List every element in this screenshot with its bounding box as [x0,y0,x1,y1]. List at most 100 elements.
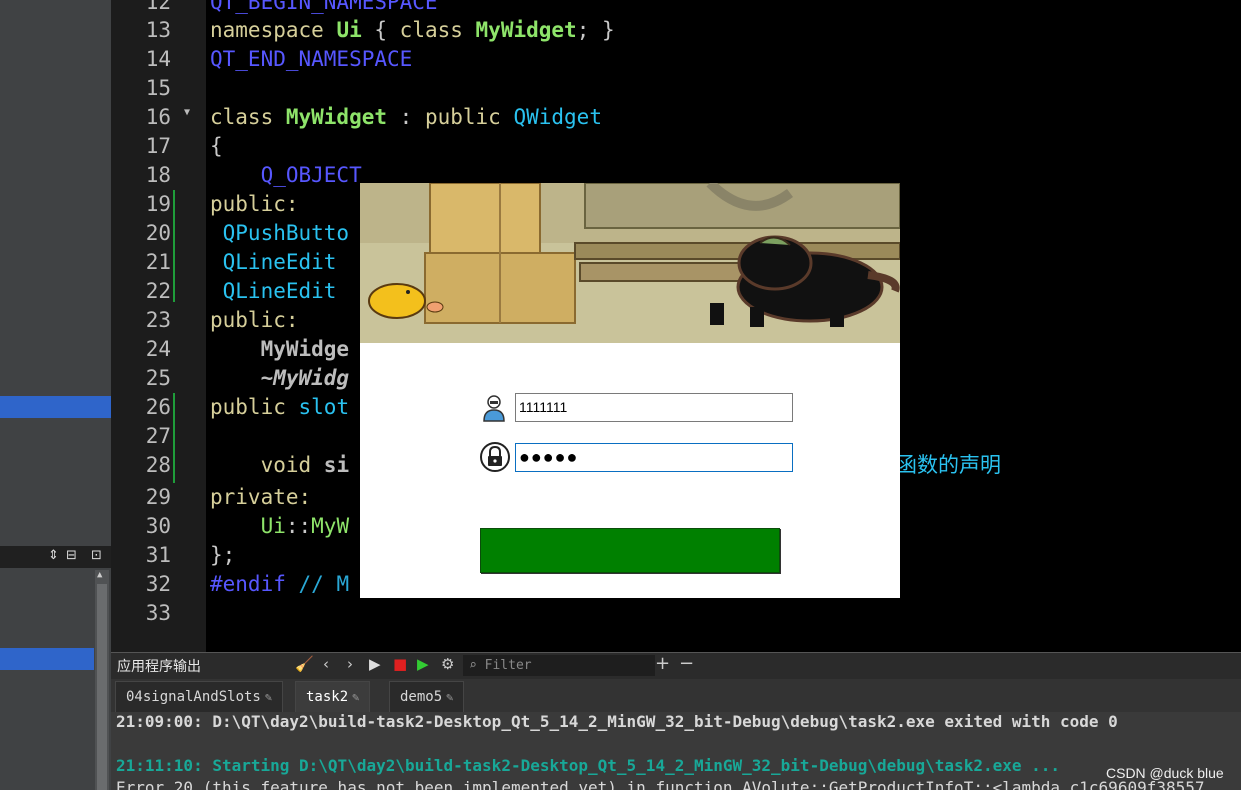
output-line: 21:09:00: D:\QT\day2\build-task2-Desktop… [116,712,1118,731]
code-token: QWidget [513,105,602,129]
stop-icon[interactable]: ■ [393,655,407,673]
code-token: class [210,105,286,129]
line-number: 33 [145,601,171,625]
clear-output-icon[interactable]: 🧹 [295,655,314,673]
code-line: private: [210,485,312,509]
code-line: QT_BEGIN_NAMESPACE [210,0,438,14]
attach-debugger-icon[interactable]: ▶ [417,655,429,673]
code-token: public [424,105,514,129]
sidebar-scrollbar[interactable]: ▲ [95,570,109,790]
sidebar-selected-item[interactable] [0,396,111,418]
pin-icon[interactable]: ✎ [352,690,359,704]
code-token: : [387,105,425,129]
line-number: 17 [145,134,171,158]
code-line: public: [210,192,299,216]
code-token: void [210,453,324,477]
split-icon[interactable]: ⊟ [66,548,77,563]
code-line: #endif // M [210,570,349,599]
gear-icon[interactable]: ⚙ [441,655,454,673]
pin-icon[interactable]: ✎ [446,690,453,704]
line-number: 12 [145,0,171,14]
line-number: 28 [145,453,171,477]
tab-demo5[interactable]: demo5 ✎ [389,681,465,712]
pin-icon[interactable]: ✎ [265,690,272,704]
lock-icon [480,442,510,472]
filter-placeholder: Filter [484,658,532,673]
code-line: namespace Ui { class MyWidget; } [210,16,615,45]
code-comment: 函数的声明 [896,453,1001,477]
run-icon[interactable]: ▶ [369,655,381,673]
code-token: namespace [210,18,337,42]
code-line: MyWidge [210,337,350,361]
code-token: public [210,395,299,419]
sidebar-toolbar: ⇕ ⊟ ⊡ [0,546,111,568]
code-line: class MyWidget : public QWidget [210,103,602,132]
sort-arrows-icon[interactable]: ⇕ [48,548,59,563]
output-line: Error 20 (this feature has not been impl… [116,778,1205,790]
line-number: 13 [145,18,171,42]
output-line: 21:11:10: Starting D:\QT\day2\build-task… [116,756,1061,775]
code-token: // M [298,572,350,596]
filter-input[interactable]: ⌕ Filter [463,655,655,676]
line-number: 30 [145,514,171,538]
line-number: 22 [145,279,171,303]
previous-icon[interactable]: ‹ [323,655,329,673]
change-marker [173,190,175,302]
login-button[interactable] [480,528,780,573]
code-line: { [210,134,223,158]
code-line: Q_OBJECT [210,163,362,187]
line-number: 18 [145,163,171,187]
line-number: 19 [145,192,171,216]
code-token: Ui [210,514,286,538]
code-line: }; [210,543,236,567]
username-input[interactable]: 1111111 [515,393,793,422]
login-window: 1111111 ●●●●● [360,183,900,598]
line-number: 20 [145,221,171,245]
line-number: 15 [145,76,171,100]
next-icon[interactable]: › [347,655,353,673]
line-number: 31 [145,543,171,567]
scroll-thumb[interactable] [97,584,107,790]
line-number: 27 [145,424,171,448]
code-line: QPushButto [210,221,350,245]
fold-arrow-icon[interactable]: ▼ [184,107,190,118]
output-tabs: 04signalAndSlots ✎ task2 ✎ demo5 ✎ [111,679,1241,712]
banner-illustration [360,183,900,343]
line-number: 25 [145,366,171,390]
close-pane-icon[interactable]: ⊡ [91,548,102,563]
code-line: ~MyWidg [210,366,350,390]
zoom-out-icon[interactable]: − [679,653,694,674]
code-token: si [323,453,350,477]
output-pane-title[interactable]: 应用程序输出 [117,656,287,676]
tab-04signalandslots[interactable]: 04signalAndSlots ✎ [115,681,284,712]
code-token: #endif [210,572,299,596]
line-number: 26 [145,395,171,419]
watermark: CSDN @duck blue [1106,765,1224,781]
code-line: Ui::MyW [210,512,350,541]
code-token: Ui [336,18,362,42]
application-output[interactable]: 21:09:00: D:\QT\day2\build-task2-Desktop… [111,712,1241,790]
code-token: MyW [311,514,350,538]
tab-label: 04signalAndSlots [126,689,261,705]
code-token: class [399,18,476,42]
code-token: MyWidget [285,105,388,129]
user-avatar-icon [480,394,508,422]
tab-task2[interactable]: task2 ✎ [295,681,371,712]
code-token: { [361,18,400,42]
line-number: 21 [145,250,171,274]
password-input[interactable]: ●●●●● [515,443,793,472]
code-line: QLineEdit [210,279,350,303]
code-line: public: [210,308,299,332]
code-token: :: [285,514,312,538]
line-number: 14 [145,47,171,71]
search-icon: ⌕ [469,658,485,673]
sidebar-selected-item-2[interactable] [0,648,94,670]
code-line: public slot [210,393,349,422]
tab-label: demo5 [400,689,443,705]
left-sidebar: ⇕ ⊟ ⊡ ▲ [0,0,111,790]
output-toolbar: 应用程序输出 🧹 ‹ › ▶ ■ ▶ ⚙ ⌕ Filter + − [111,652,1241,679]
zoom-in-icon[interactable]: + [655,653,670,674]
code-token: MyWidget [475,18,577,42]
code-line: void si [210,451,350,480]
scroll-up-icon[interactable]: ▲ [97,570,102,580]
